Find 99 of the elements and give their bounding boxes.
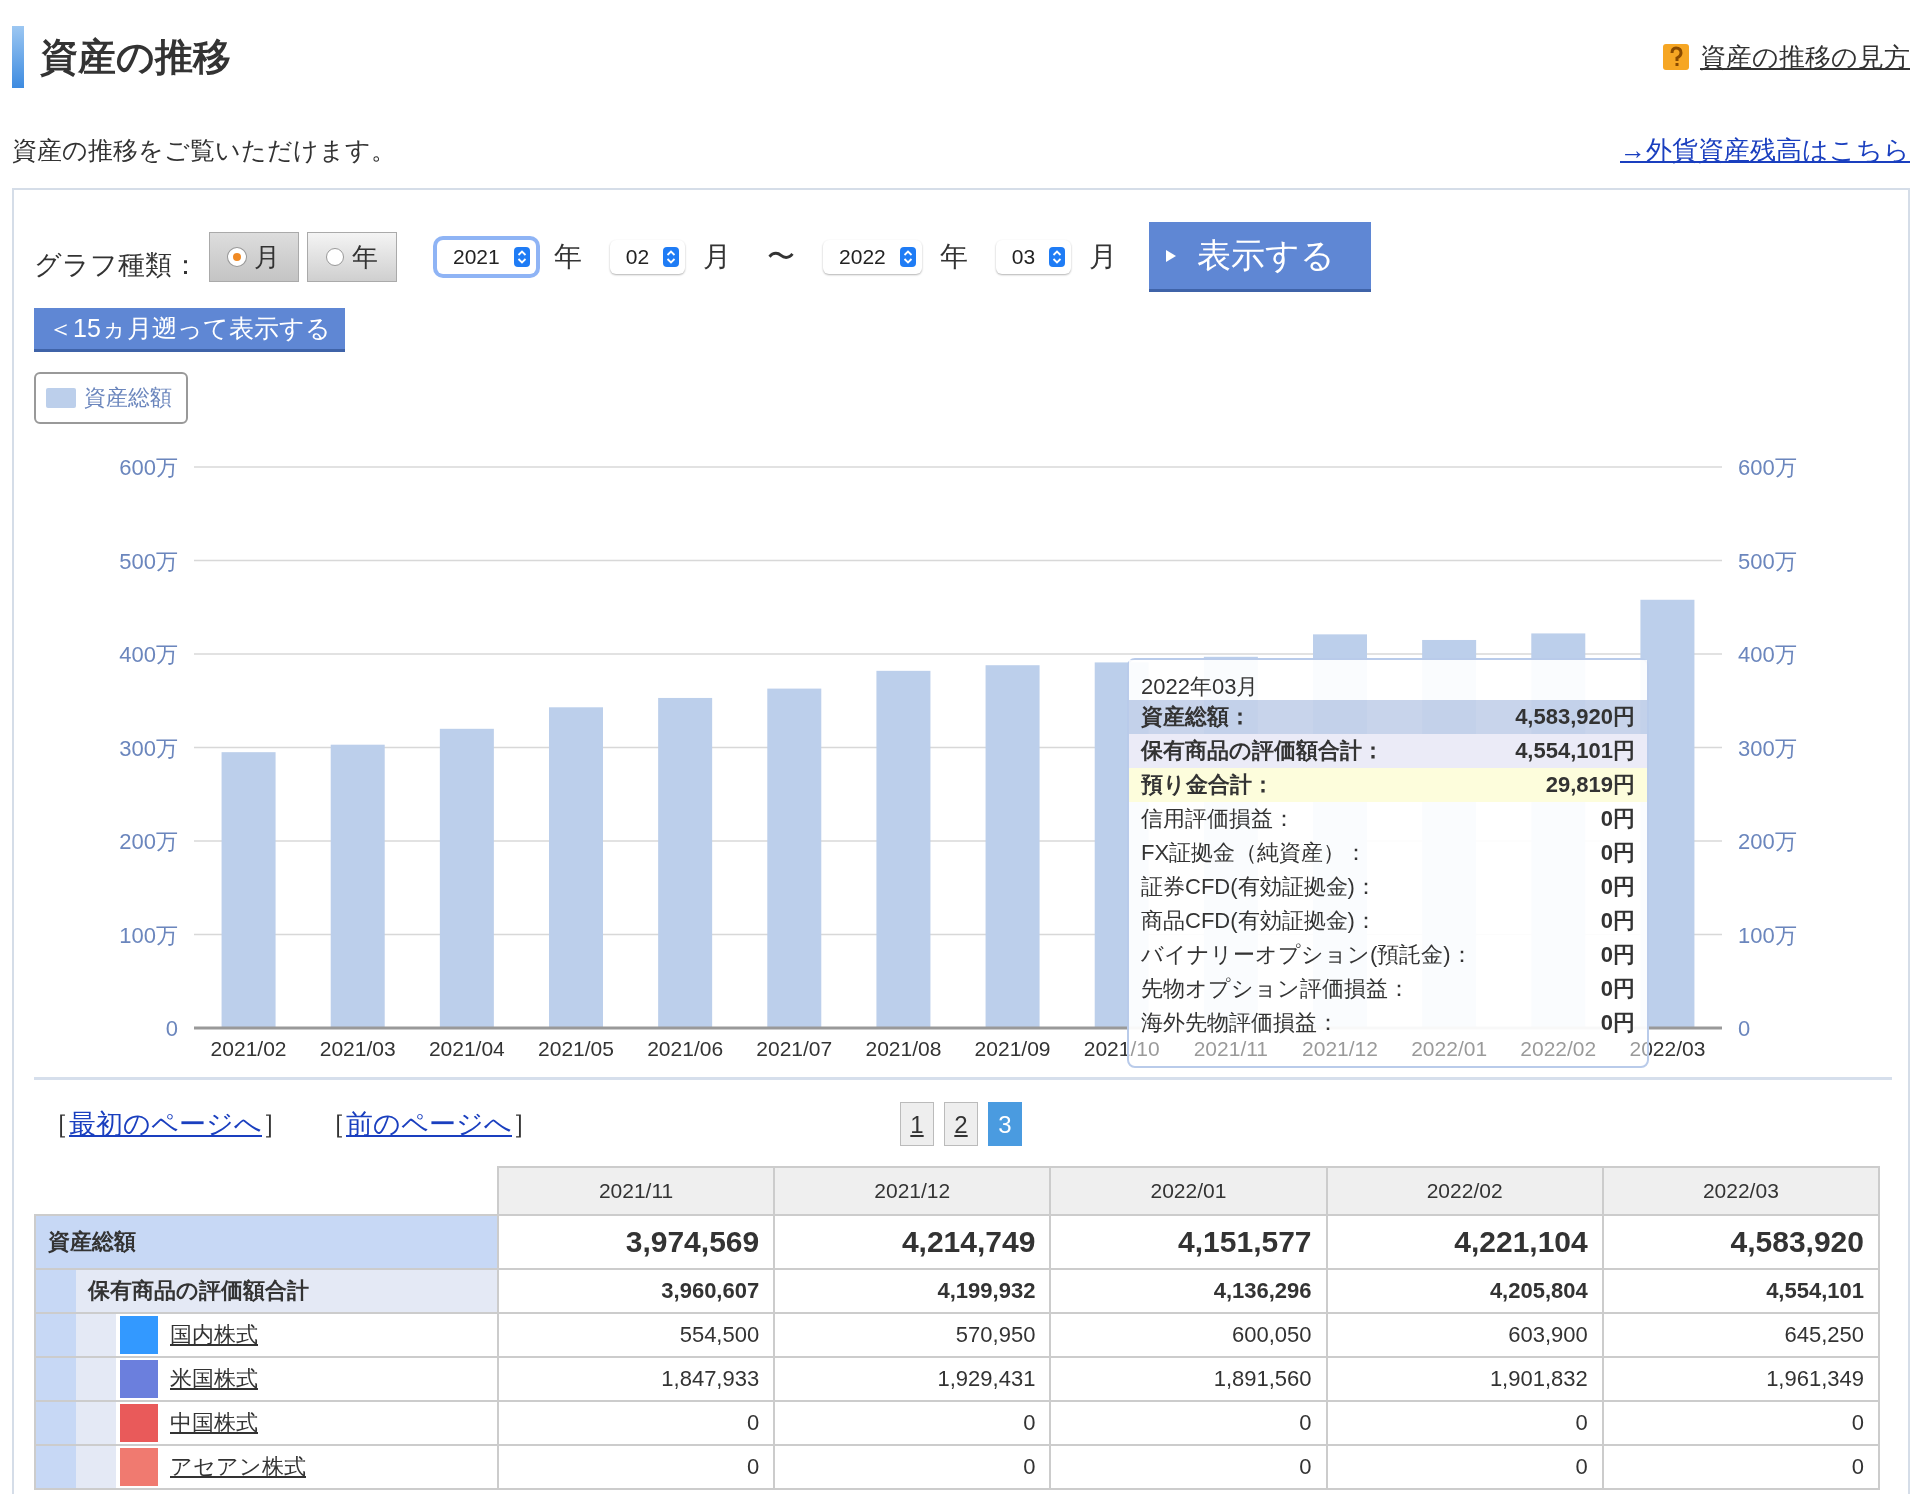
x-axis-label: 2022/03 <box>1629 1037 1706 1060</box>
table-cell: 570,950 <box>774 1313 1051 1357</box>
description: 資産の推移をご覧いただけます。 <box>12 134 396 166</box>
table-cell: 645,250 <box>1602 1313 1879 1357</box>
x-axis-label: 2021/05 <box>538 1037 614 1060</box>
y-axis-label: 200万 <box>1738 829 1797 854</box>
y-axis-label: 100万 <box>1738 922 1797 948</box>
date-unit: 月 <box>703 240 732 274</box>
range-separator: 〜 <box>767 240 796 274</box>
tooltip-value: 0円 <box>1600 805 1635 833</box>
date-unit: 年 <box>553 240 582 274</box>
tooltip-label: 預り金合計： <box>1141 771 1274 799</box>
tooltip-value: 0円 <box>1600 1009 1635 1037</box>
tooltip-label: 資産総額： <box>1141 703 1251 731</box>
table-cell: 4,214,749 <box>774 1215 1051 1269</box>
y-axis-label: 400万 <box>119 642 178 667</box>
tooltip-label: 海外先物評価損益： <box>1141 1009 1339 1037</box>
table-cell: 0 <box>774 1445 1051 1489</box>
tooltip-label: 先物オプション評価損益： <box>1141 975 1410 1003</box>
tooltip-label: FX証拠金（純資産）： <box>1141 839 1368 867</box>
table-cell: 600,050 <box>1050 1313 1327 1357</box>
tooltip-label: 保有商品の評価額合計： <box>1141 737 1384 765</box>
x-axis-label: 2021/07 <box>756 1037 833 1060</box>
bracket: ［ <box>319 1108 346 1141</box>
table-cell: 4,221,104 <box>1326 1215 1603 1269</box>
tooltip-title: 2022年03月 <box>1129 660 1647 700</box>
tooltip-value: 0円 <box>1600 907 1635 935</box>
tooltip-label: 証券CFD(有効証拠金)： <box>1141 873 1377 901</box>
x-axis-label: 2021/02 <box>210 1037 287 1060</box>
table-cell: 4,199,932 <box>774 1269 1051 1313</box>
x-axis-label: 2021/04 <box>428 1037 505 1060</box>
bracket: ］ <box>262 1108 289 1141</box>
table-cell: 0 <box>1602 1401 1879 1445</box>
tooltip-label: 商品CFD(有効証拠金)： <box>1141 907 1377 935</box>
tooltip-value: 4,554,101円 <box>1515 737 1635 765</box>
y-axis-label: 600万 <box>119 455 178 480</box>
table-cell: 3,974,569 <box>498 1215 775 1269</box>
column-header: 2021/11 <box>498 1167 775 1215</box>
table-cell: 1,961,349 <box>1602 1357 1879 1401</box>
y-axis-label: 300万 <box>1738 735 1797 761</box>
table-cell: 0 <box>774 1401 1051 1445</box>
tooltip-label: バイナリーオプション(預託金)： <box>1141 941 1473 969</box>
table-cell: 1,901,832 <box>1326 1357 1603 1401</box>
y-axis-label: 200万 <box>119 829 178 854</box>
tooltip-value: 0円 <box>1600 839 1635 867</box>
table-cell: 4,583,920 <box>1602 1215 1879 1269</box>
x-axis-label: 2021/03 <box>319 1037 396 1060</box>
tooltip-value: 29,819円 <box>1545 771 1635 799</box>
table-cell: 1,847,933 <box>498 1357 775 1401</box>
x-axis-label: 2021/09 <box>974 1037 1051 1060</box>
table-cell: 0 <box>1050 1445 1327 1489</box>
x-axis-label: 2021/06 <box>647 1037 724 1060</box>
tooltip-value: 0円 <box>1600 975 1635 1003</box>
table-cell: 0 <box>1602 1445 1879 1489</box>
page-title: 資産の推移 <box>40 34 231 80</box>
table-cell: 0 <box>1326 1401 1603 1445</box>
y-axis-label: 300万 <box>119 735 178 761</box>
x-axis-label: 2021/12 <box>1302 1037 1378 1060</box>
table-cell: 1,929,431 <box>774 1357 1051 1401</box>
table-cell: 0 <box>498 1445 775 1489</box>
tooltip-value: 4,583,920円 <box>1515 703 1635 731</box>
table-cell: 0 <box>1326 1445 1603 1489</box>
x-axis-label: 2021/08 <box>865 1037 942 1060</box>
bracket: ［ <box>42 1108 69 1141</box>
row-label: 資産総額 <box>47 1228 136 1256</box>
y-axis-label: 400万 <box>1738 642 1797 667</box>
tooltip-label: 信用評価損益： <box>1141 805 1295 833</box>
legend-label: 資産総額 <box>84 384 172 412</box>
column-header: 2022/01 <box>1050 1167 1327 1215</box>
column-header: 2022/03 <box>1602 1167 1879 1215</box>
tooltip-value: 0円 <box>1600 873 1635 901</box>
table-cell: 4,554,101 <box>1602 1269 1879 1313</box>
table-cell: 603,900 <box>1326 1313 1603 1357</box>
date-unit: 月 <box>1089 240 1118 274</box>
y-axis-label: 100万 <box>119 922 178 948</box>
y-axis-label: 0 <box>165 1016 178 1041</box>
y-axis-label: 500万 <box>119 548 178 574</box>
table-cell: 0 <box>498 1401 775 1445</box>
table-cell: 4,205,804 <box>1326 1269 1603 1313</box>
x-axis-label: 2021/10 <box>1083 1037 1160 1060</box>
graph-type-label: グラフ種類： <box>34 249 199 282</box>
date-unit: 年 <box>939 240 968 274</box>
table-cell: 0 <box>1050 1401 1327 1445</box>
y-axis-label: 600万 <box>1738 455 1797 480</box>
tooltip-value: 0円 <box>1600 941 1635 969</box>
y-axis-label: 0 <box>1738 1016 1751 1041</box>
y-axis-label: 500万 <box>1738 548 1797 574</box>
column-header: 2021/12 <box>774 1167 1051 1215</box>
x-axis-label: 2022/01 <box>1411 1037 1488 1060</box>
table-cell: 4,151,577 <box>1050 1215 1327 1269</box>
x-axis-label: 2021/11 <box>1193 1037 1269 1060</box>
table-cell: 4,136,296 <box>1050 1269 1327 1313</box>
x-axis-label: 2022/02 <box>1520 1037 1597 1060</box>
table-cell: 3,960,607 <box>498 1269 775 1313</box>
bracket: ］ <box>512 1108 539 1141</box>
table-cell: 1,891,560 <box>1050 1357 1327 1401</box>
column-header: 2022/02 <box>1326 1167 1603 1215</box>
table-cell: 554,500 <box>498 1313 775 1357</box>
row-label: 保有商品の評価額合計 <box>86 1277 309 1305</box>
